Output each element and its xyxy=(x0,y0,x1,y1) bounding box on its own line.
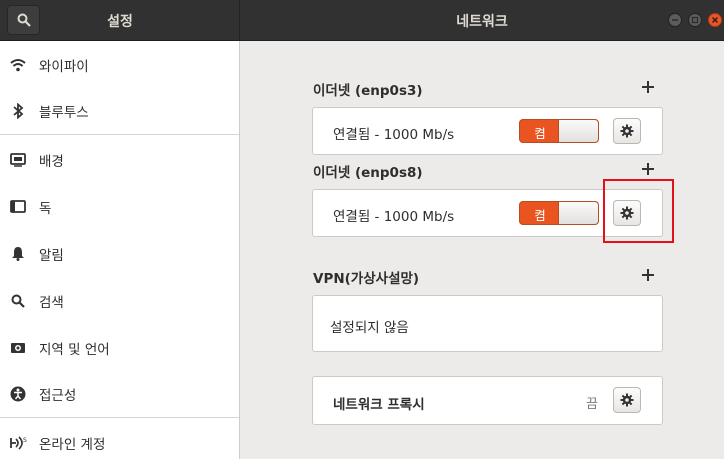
background-icon xyxy=(9,151,27,169)
sidebar-item-label: 온라인 계정 xyxy=(39,436,106,453)
add-ethernet-enp0s8-button[interactable] xyxy=(641,162,655,176)
sidebar-item-search[interactable]: 검색 xyxy=(0,277,239,324)
online-accounts-icon: S xyxy=(9,434,27,452)
accessibility-icon xyxy=(9,385,27,403)
network-proxy-panel[interactable]: 네트워크 프록시 끔 xyxy=(312,376,663,425)
ethernet-enp0s3-toggle[interactable]: 켬 xyxy=(519,119,599,143)
minimize-button[interactable] xyxy=(668,13,682,27)
sidebar-item-accessibility[interactable]: 접근성 xyxy=(0,371,239,418)
add-ethernet-enp0s3-button[interactable] xyxy=(641,80,655,94)
minimize-icon xyxy=(672,19,678,21)
sidebar-item-label: 지역 및 언어 xyxy=(39,341,110,358)
wifi-icon xyxy=(9,56,27,74)
network-proxy-label: 네트워크 프록시 xyxy=(333,397,425,413)
close-icon xyxy=(712,17,718,23)
sidebar: 와이파이 블루투스 배경 독 알림 검색 지역 및 언어 접근성 S 온라인 계… xyxy=(0,41,240,459)
region-icon xyxy=(9,339,27,357)
vpn-panel: 설정되지 않음 xyxy=(312,295,663,352)
gear-icon xyxy=(620,124,634,138)
sidebar-item-label: 알림 xyxy=(39,247,64,264)
maximize-icon xyxy=(691,16,699,24)
network-proxy-settings-button[interactable] xyxy=(613,387,641,413)
sidebar-item-background[interactable]: 배경 xyxy=(0,136,239,183)
sidebar-item-label: 와이파이 xyxy=(39,58,89,75)
sidebar-item-dock[interactable]: 독 xyxy=(0,183,239,230)
svg-text:S: S xyxy=(23,437,27,444)
ethernet-enp0s3-title: 이더넷 (enp0s3) xyxy=(313,83,423,99)
settings-title: 설정 xyxy=(107,14,133,30)
sidebar-item-region[interactable]: 지역 및 언어 xyxy=(0,324,239,371)
network-proxy-status: 끔 xyxy=(586,397,598,412)
sidebar-item-label: 검색 xyxy=(39,294,64,311)
sidebar-item-label: 접근성 xyxy=(39,388,77,404)
sidebar-item-notifications[interactable]: 알림 xyxy=(0,230,239,277)
ethernet-enp0s8-toggle[interactable]: 켬 xyxy=(519,201,599,225)
ethernet-enp0s8-status: 연결됨 - 1000 Mb/s xyxy=(333,209,455,225)
bell-icon xyxy=(9,245,27,263)
maximize-button[interactable] xyxy=(688,13,702,27)
toggle-knob xyxy=(558,202,598,224)
sidebar-item-label: 배경 xyxy=(39,153,64,170)
sidebar-item-label: 블루투스 xyxy=(39,105,89,121)
gear-icon xyxy=(620,393,634,407)
dock-icon xyxy=(9,198,27,216)
toggle-label: 켬 xyxy=(534,208,546,223)
sidebar-item-label: 독 xyxy=(39,200,52,217)
ethernet-enp0s3-status: 연결됨 - 1000 Mb/s xyxy=(333,127,455,143)
page-title: 네트워크 xyxy=(456,14,508,30)
search-icon xyxy=(9,292,27,310)
header-bar: 설정 네트워크 xyxy=(0,0,724,41)
vpn-status: 설정되지 않음 xyxy=(330,320,409,336)
close-button[interactable] xyxy=(708,13,722,27)
bluetooth-icon xyxy=(9,102,27,120)
ethernet-enp0s3-panel: 연결됨 - 1000 Mb/s 켬 xyxy=(312,107,663,155)
ethernet-enp0s8-title: 이더넷 (enp0s8) xyxy=(313,165,423,181)
sidebar-item-bluetooth[interactable]: 블루투스 xyxy=(0,88,239,135)
toggle-label: 켬 xyxy=(534,126,546,141)
add-vpn-button[interactable] xyxy=(641,268,655,282)
sidebar-item-wifi[interactable]: 와이파이 xyxy=(0,41,239,88)
ethernet-enp0s3-settings-button[interactable] xyxy=(613,118,641,144)
vpn-title: VPN(가상사설망) xyxy=(313,271,420,287)
highlight-box xyxy=(603,179,674,243)
toggle-knob xyxy=(558,120,598,142)
sidebar-item-online-accounts[interactable]: S 온라인 계정 xyxy=(0,419,239,459)
